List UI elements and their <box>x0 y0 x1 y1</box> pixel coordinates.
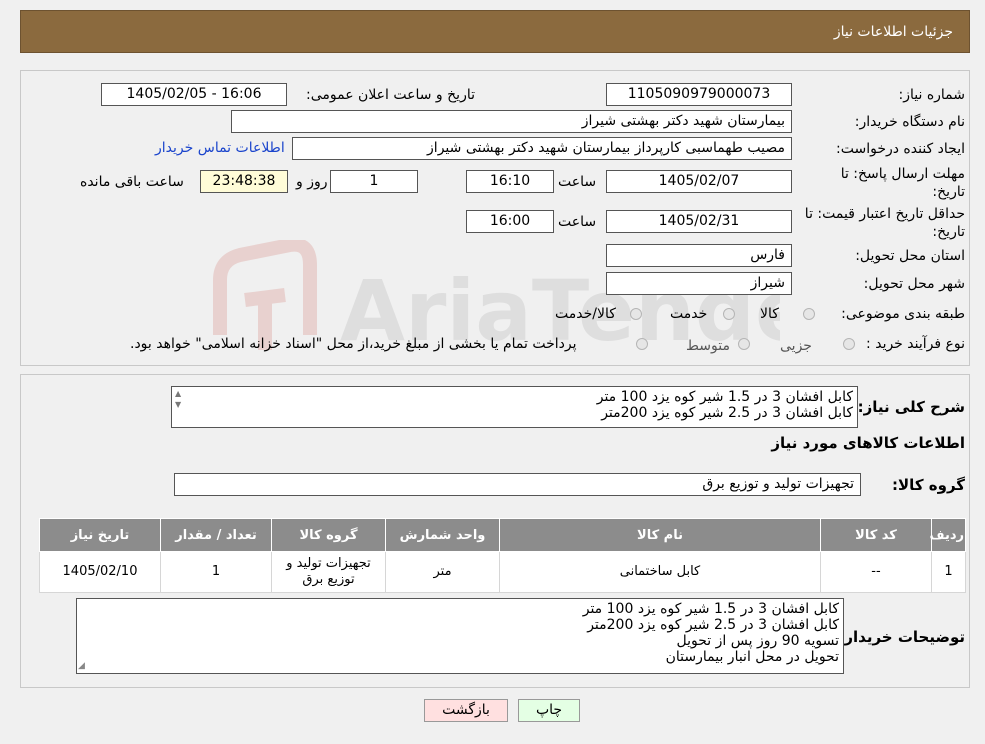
scroll-up-arrow-icon[interactable]: ▲ <box>175 389 181 398</box>
process-note-radio[interactable] <box>636 338 648 350</box>
cell-date: 1405/02/10 <box>39 551 161 593</box>
buyer-notes-line-3: تسویه 90 روز پس از تحویل <box>676 633 839 649</box>
table-row: 1 -- کابل ساختمانی متر تجهیزات تولید و ت… <box>39 551 966 593</box>
deadline-time-field: 16:10 <box>466 170 554 193</box>
goods-table-header: ردیف کد کالا نام کالا واحد شمارش گروه کا… <box>39 518 966 552</box>
deadline-label-2: تاریخ: <box>932 184 965 200</box>
summary-line-2: کابل افشان 3 در 2.5 شیر کوه یزد 200متر <box>601 405 853 421</box>
category-goods-service-label: کالا/خدمت <box>555 306 616 322</box>
buyer-notes-label: توضیحات خریدار: <box>838 628 965 646</box>
category-goods-service-radio[interactable] <box>630 308 642 320</box>
creator-field: مصیب طهماسبی کارپرداز بیمارستان شهید دکت… <box>292 137 792 160</box>
validity-time-label: ساعت <box>558 214 597 230</box>
buyer-contact-link[interactable]: اطلاعات تماس خریدار <box>155 140 285 156</box>
need-number-field: 1105090979000073 <box>606 83 792 106</box>
buyer-notes-line-2: کابل افشان 3 در 2.5 شیر کوه یزد 200متر <box>587 617 839 633</box>
validity-date-field: 1405/02/31 <box>606 210 792 233</box>
col-code-header: کد کالا <box>820 518 932 552</box>
province-label: استان محل تحویل: <box>855 248 965 264</box>
process-type-label: نوع فرآیند خرید : <box>866 336 965 352</box>
summary-textarea[interactable]: کابل افشان 3 در 1.5 شیر کوه یزد 100 متر … <box>171 386 858 428</box>
announce-date-label: تاریخ و ساعت اعلان عمومی: <box>306 87 475 103</box>
days-label: روز و <box>296 174 328 190</box>
goods-group-label: گروه کالا: <box>892 476 965 494</box>
goods-group-field: تجهیزات تولید و توزیع برق <box>174 473 861 496</box>
col-row-header: ردیف <box>929 518 966 552</box>
cell-row: 1 <box>931 551 966 593</box>
announce-date-field: 1405/02/05 - 16:06 <box>101 83 287 106</box>
cell-code: -- <box>820 551 932 593</box>
process-medium-label: متوسط <box>686 338 730 354</box>
process-partial-label: جزیی <box>780 338 812 354</box>
cell-name: کابل ساختمانی <box>499 551 821 593</box>
buyer-notes-line-1: کابل افشان 3 در 1.5 شیر کوه یزد 100 متر <box>582 601 839 617</box>
process-medium-radio[interactable] <box>738 338 750 350</box>
validity-time-field: 16:00 <box>466 210 554 233</box>
category-service-label: خدمت <box>670 306 708 322</box>
city-field: شیراز <box>606 272 792 295</box>
creator-label: ایجاد کننده درخواست: <box>836 141 965 157</box>
goods-table: ردیف کد کالا نام کالا واحد شمارش گروه کا… <box>39 518 966 593</box>
need-number-label: شماره نیاز: <box>898 87 966 103</box>
page-title: جزئیات اطلاعات نیاز <box>833 24 953 40</box>
city-label: شهر محل تحویل: <box>863 276 965 292</box>
col-date-header: تاریخ نیاز <box>39 518 161 552</box>
process-note: پرداخت تمام یا بخشی از مبلغ خرید،از محل … <box>130 336 577 352</box>
buyer-notes-line-4: تحویل در محل انبار بیمارستان <box>665 649 839 665</box>
cell-qty: 1 <box>160 551 272 593</box>
print-button[interactable]: چاپ <box>518 699 580 722</box>
col-unit-header: واحد شمارش <box>385 518 500 552</box>
col-name-header: نام کالا <box>499 518 821 552</box>
buyer-notes-textarea[interactable]: کابل افشان 3 در 1.5 شیر کوه یزد 100 متر … <box>76 598 844 674</box>
col-qty-header: تعداد / مقدار <box>160 518 272 552</box>
scroll-down-arrow-icon[interactable]: ▼ <box>175 400 181 409</box>
cell-group: تجهیزات تولید و توزیع برق <box>271 551 386 593</box>
back-button[interactable]: بازگشت <box>424 699 508 722</box>
category-label: طبقه بندی موضوعی: <box>841 306 965 322</box>
cell-unit: متر <box>385 551 500 593</box>
deadline-date-field: 1405/02/07 <box>606 170 792 193</box>
category-goods-radio[interactable] <box>803 308 815 320</box>
col-group-header: گروه کالا <box>271 518 386 552</box>
category-service-radio[interactable] <box>723 308 735 320</box>
remaining-time-label: ساعت باقی مانده <box>80 174 184 190</box>
page-header: جزئیات اطلاعات نیاز <box>20 10 970 53</box>
goods-info-title: اطلاعات کالاهای مورد نیاز <box>771 434 965 452</box>
buyer-org-field: بیمارستان شهید دکتر بهشتی شیراز <box>231 110 792 133</box>
summary-label: شرح کلی نیاز: <box>857 398 965 416</box>
validity-label-2: تاریخ: <box>932 224 965 240</box>
remaining-time-field: 23:48:38 <box>200 170 288 193</box>
summary-line-1: کابل افشان 3 در 1.5 شیر کوه یزد 100 متر <box>596 389 853 405</box>
category-goods-label: کالا <box>760 306 779 322</box>
process-partial-radio[interactable] <box>843 338 855 350</box>
deadline-label: مهلت ارسال پاسخ: تا <box>840 166 965 182</box>
resize-grip-icon[interactable]: ◢ <box>78 661 85 671</box>
days-field: 1 <box>330 170 418 193</box>
deadline-time-label: ساعت <box>558 174 597 190</box>
province-field: فارس <box>606 244 792 267</box>
validity-label: حداقل تاریخ اعتبار قیمت: تا <box>804 206 965 222</box>
buyer-org-label: نام دستگاه خریدار: <box>854 114 965 130</box>
